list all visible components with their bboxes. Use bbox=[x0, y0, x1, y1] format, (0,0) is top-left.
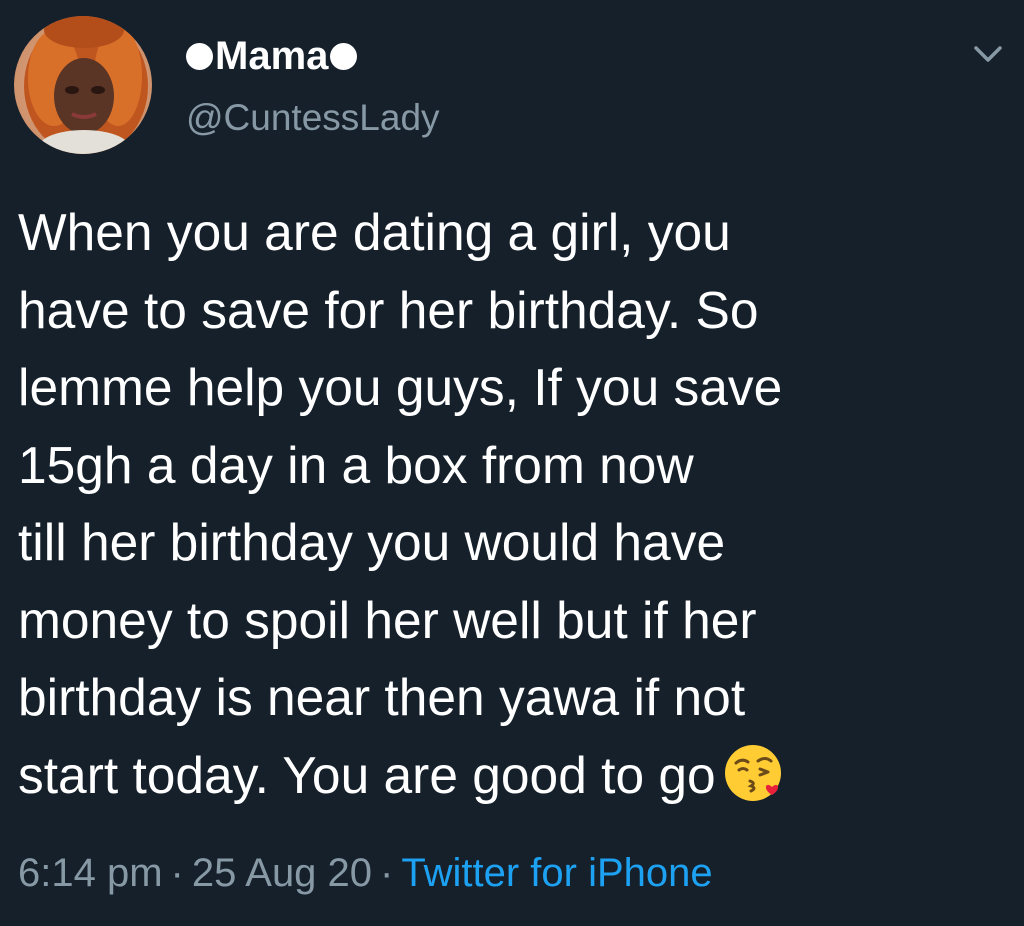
tweet-time[interactable]: 6:14 pm bbox=[18, 851, 163, 895]
display-name[interactable]: Mama bbox=[186, 32, 358, 80]
tweet-card: Mama @CuntessLady When you are dating a … bbox=[0, 0, 1024, 926]
tweet-text-line: till her birthday you would have bbox=[18, 513, 726, 571]
user-handle[interactable]: @CuntessLady bbox=[186, 95, 440, 141]
tweet-date[interactable]: 25 Aug 20 bbox=[192, 851, 372, 895]
meta-separator: · bbox=[170, 851, 184, 895]
avatar[interactable] bbox=[14, 16, 152, 154]
tweet-text-line: birthday is near then yawa if not bbox=[18, 668, 746, 726]
chevron-down-icon[interactable] bbox=[970, 42, 1006, 68]
tweet-text-line: start today. You are good to go bbox=[18, 745, 716, 804]
white-circle-icon bbox=[330, 42, 358, 70]
tweet-text-line: 15gh a day in a box from now bbox=[18, 435, 694, 494]
tweet-text-line: lemme help you guys, If you save bbox=[18, 358, 783, 416]
tweet-text-line: money to spoil her well but if her bbox=[18, 590, 757, 649]
meta-separator: · bbox=[380, 851, 394, 895]
tweet-text-line: When you are dating a girl, you bbox=[18, 203, 731, 261]
tweet-meta: 6:14 pm · 25 Aug 20 · Twitter for iPhone bbox=[18, 849, 713, 897]
avatar-image bbox=[14, 16, 152, 154]
face-blowing-a-kiss-icon bbox=[724, 744, 781, 801]
tweet-source-link[interactable]: Twitter for iPhone bbox=[401, 851, 712, 895]
white-circle-icon bbox=[186, 42, 213, 70]
tweet-text-last-line: start today. You are good to go bbox=[18, 737, 1008, 815]
display-name-text: Mama bbox=[215, 34, 329, 78]
tweet-text-line: have to save for her birthday. So bbox=[18, 280, 759, 339]
tweet-text: When you are dating a girl, you have to … bbox=[18, 194, 1008, 814]
